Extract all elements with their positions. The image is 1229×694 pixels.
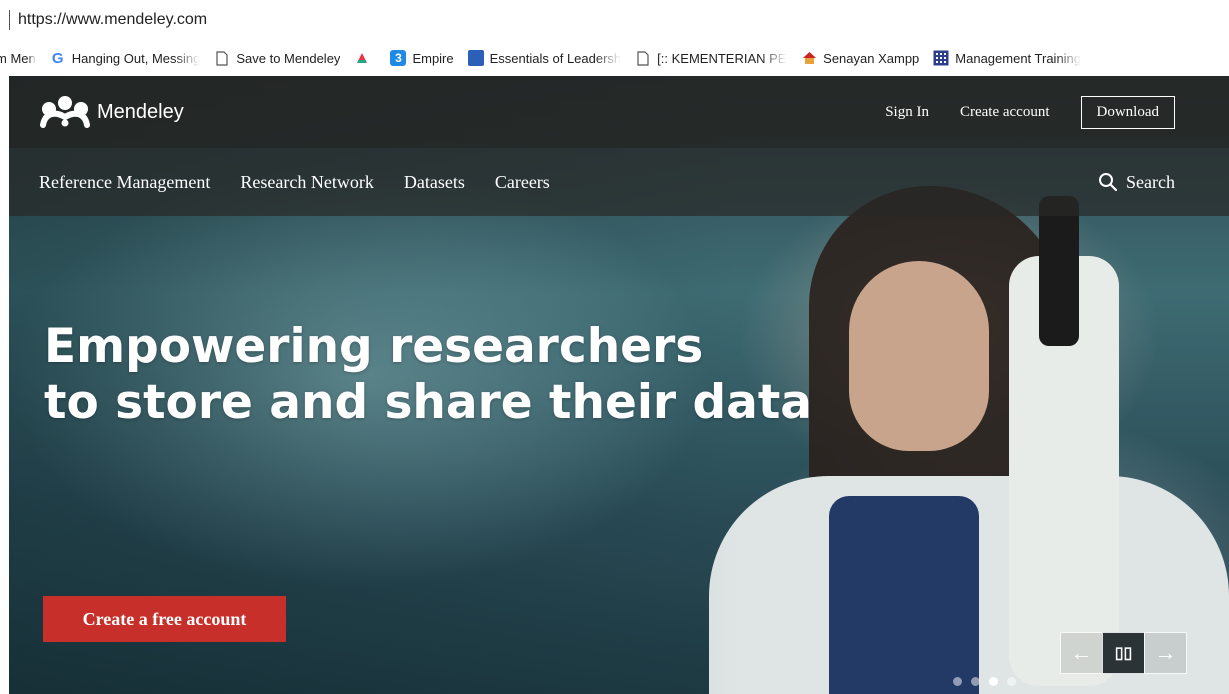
bookmarks-bar: m Men G Hanging Out, Messing Save to Men… bbox=[0, 40, 1229, 76]
nav-reference-management[interactable]: Reference Management bbox=[39, 172, 210, 193]
hero-headline: Empowering researchers to store and shar… bbox=[44, 319, 812, 431]
house-icon bbox=[801, 50, 817, 66]
site-header: Mendeley Sign In Create account Download bbox=[9, 76, 1229, 148]
book-icon bbox=[467, 50, 484, 66]
sign-in-link[interactable]: Sign In bbox=[885, 104, 929, 121]
bookmark-label: Hanging Out, Messing bbox=[71, 50, 201, 66]
bookmark-label: Management Training bbox=[955, 50, 1082, 66]
pause-button[interactable]: ▯▯ bbox=[1102, 632, 1145, 674]
bookmark-label: Senayan Xampp bbox=[823, 50, 920, 66]
address-bar[interactable]: https://www.mendeley.com bbox=[0, 0, 1229, 40]
download-button[interactable]: Download bbox=[1080, 95, 1175, 129]
bookmark-item[interactable]: Essentials of Leadersh bbox=[467, 40, 622, 76]
bookmark-item[interactable]: [:: KEMENTERIAN PEN bbox=[635, 40, 787, 76]
main-nav: Reference Management Research Network Da… bbox=[9, 148, 1229, 216]
search-button[interactable]: Search bbox=[1098, 172, 1175, 193]
carousel-controls: ← ▯▯ → bbox=[1060, 632, 1187, 694]
bookmark-item[interactable]: Management Training bbox=[933, 40, 1081, 76]
text-caret bbox=[9, 10, 10, 30]
nav-research-network[interactable]: Research Network bbox=[240, 172, 373, 193]
grid-icon bbox=[933, 50, 949, 66]
carousel-dot[interactable] bbox=[953, 677, 962, 686]
search-label: Search bbox=[1126, 171, 1175, 192]
bookmark-label: Save to Mendeley bbox=[236, 50, 341, 66]
colorful-bookmark-icon bbox=[354, 50, 370, 66]
hero-headline-line1: Empowering researchers bbox=[44, 319, 704, 374]
carousel-dot-active[interactable] bbox=[989, 677, 998, 686]
bookmark-label: Empire bbox=[412, 50, 454, 66]
bookmark-item[interactable] bbox=[354, 40, 376, 76]
mendeley-logo[interactable]: Mendeley bbox=[39, 95, 184, 129]
page-icon bbox=[214, 50, 230, 66]
carousel-dots bbox=[953, 677, 1025, 686]
url-text[interactable]: https://www.mendeley.com bbox=[18, 11, 207, 29]
search-icon bbox=[1099, 173, 1118, 192]
bookmark-item[interactable]: Save to Mendeley bbox=[214, 40, 340, 76]
three-icon: 3 bbox=[390, 50, 407, 66]
logo-text: Mendeley bbox=[97, 100, 184, 123]
prev-slide-button[interactable]: ← bbox=[1060, 632, 1103, 674]
google-icon: G bbox=[51, 49, 64, 67]
create-account-link[interactable]: Create account bbox=[960, 104, 1050, 121]
page-icon bbox=[635, 50, 651, 66]
bookmark-item[interactable]: 3 Empire bbox=[390, 40, 454, 76]
nav-careers[interactable]: Careers bbox=[495, 172, 550, 193]
hero-headline-line2: to store and share their data bbox=[44, 375, 813, 430]
bookmark-label: Essentials of Leadersh bbox=[489, 50, 622, 66]
create-free-account-button[interactable]: Create a free account bbox=[43, 596, 286, 642]
bookmark-item[interactable]: m Men bbox=[0, 40, 36, 76]
carousel-dot[interactable] bbox=[1007, 677, 1016, 686]
bookmark-label: [:: KEMENTERIAN PEN bbox=[657, 50, 788, 66]
hero-banner: Mendeley Sign In Create account Download… bbox=[9, 76, 1229, 694]
bookmark-item[interactable]: Senayan Xampp bbox=[801, 40, 919, 76]
bookmark-item[interactable]: G Hanging Out, Messing bbox=[50, 40, 201, 76]
nav-datasets[interactable]: Datasets bbox=[404, 172, 465, 193]
header-actions: Sign In Create account Download bbox=[854, 95, 1175, 129]
bookmark-label: m Men bbox=[0, 50, 36, 66]
next-slide-button[interactable]: → bbox=[1144, 632, 1187, 674]
mendeley-logo-icon bbox=[40, 96, 90, 128]
carousel-dot[interactable] bbox=[971, 677, 980, 686]
